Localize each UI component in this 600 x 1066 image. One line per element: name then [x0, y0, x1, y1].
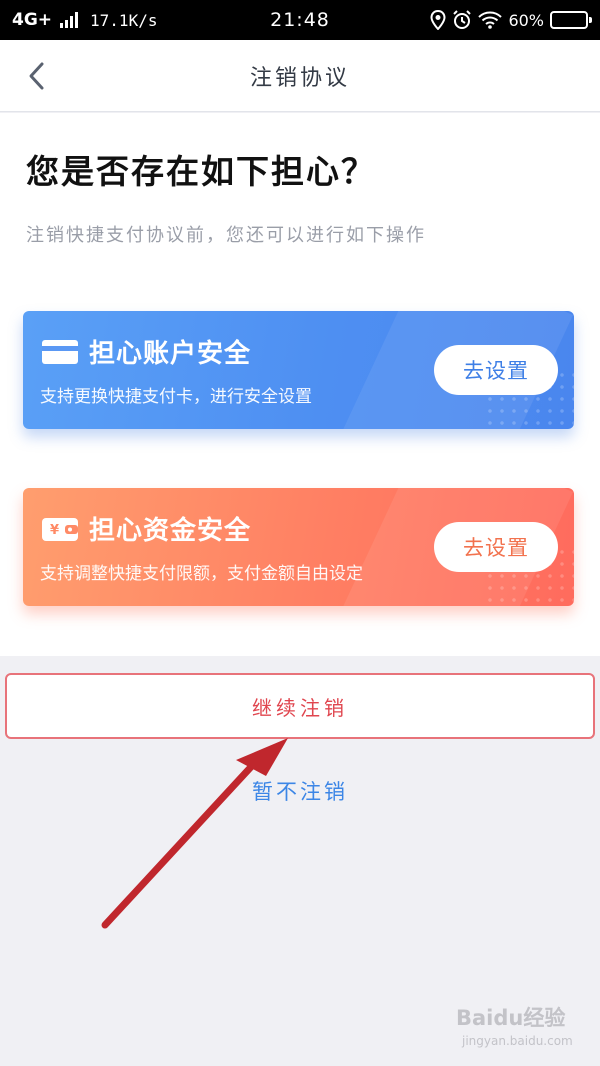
status-bar: 4G+ 17.1K/s 21:48 60% [0, 0, 600, 40]
wallet-icon: ¥ [42, 517, 78, 541]
account-security-card: 担心账户安全 支持更换快捷支付卡，进行安全设置 去设置 [23, 311, 574, 429]
page-title: 注销协议 [249, 65, 350, 91]
card-title: 担心账户安全 [89, 339, 252, 369]
battery-percent: 60% [508, 10, 544, 30]
watermark-url: jingyan.baidu.com [462, 1034, 573, 1048]
battery-icon [550, 11, 592, 29]
network-type: 4G+ [12, 10, 53, 30]
alarm-icon [453, 10, 472, 29]
fund-security-card: ¥ 担心资金安全 支持调整快捷支付限额，支付金额自由设定 去设置 [23, 488, 574, 606]
card-description: 支持调整快捷支付限额，支付金额自由设定 [40, 564, 363, 584]
headline: 您是否存在如下担心？ [26, 152, 376, 191]
account-settings-button[interactable]: 去设置 [434, 345, 558, 395]
location-icon [430, 10, 446, 30]
svg-text:¥: ¥ [50, 523, 59, 538]
card-title: 担心资金安全 [89, 516, 252, 546]
card-icon [42, 339, 78, 364]
subtitle: 注销快捷支付协议前，您还可以进行如下操作 [26, 225, 426, 246]
signal-icon [60, 12, 79, 28]
keep-agreement-link[interactable]: 暂不注销 [0, 776, 600, 806]
nav-bar: 注销协议 [0, 40, 600, 112]
card-description: 支持更换快捷支付卡，进行安全设置 [40, 387, 312, 407]
continue-cancel-button[interactable]: 继续注销 [5, 673, 595, 739]
fund-settings-button[interactable]: 去设置 [434, 522, 558, 572]
chevron-left-icon[interactable] [22, 60, 54, 92]
clock: 21:48 [270, 9, 330, 31]
network-speed: 17.1K/s [90, 10, 158, 30]
watermark-logo: Baidu经验 [456, 1006, 566, 1030]
main-content: 您是否存在如下担心？ 注销快捷支付协议前，您还可以进行如下操作 担心账户安全 支… [0, 113, 600, 656]
wifi-icon [478, 11, 503, 29]
